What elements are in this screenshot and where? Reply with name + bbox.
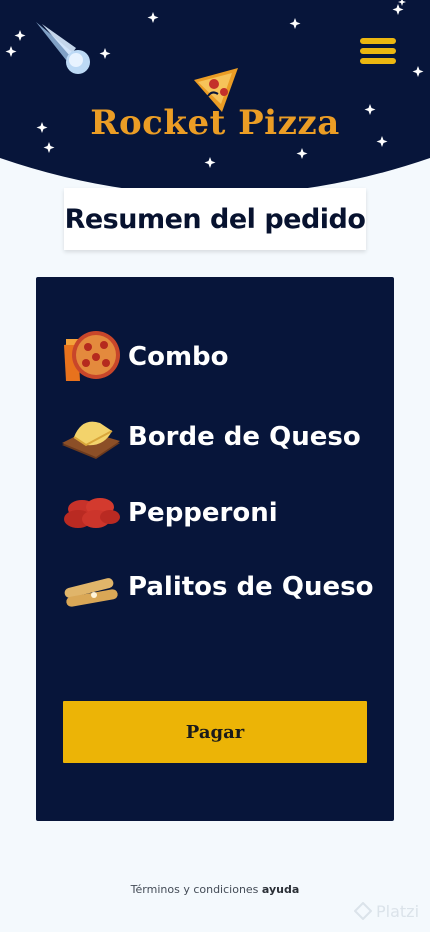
page-title-card: Resumen del pedido (64, 188, 366, 250)
cheese-sticks-icon (64, 578, 118, 607)
order-item-pepperoni: Pepperoni (60, 483, 380, 543)
header: Rocket Pizza (0, 0, 430, 200)
order-item-label: Combo (128, 342, 229, 372)
pay-button[interactable]: Pagar (63, 701, 367, 763)
terms-link[interactable]: Términos y condiciones (131, 883, 259, 896)
order-item-borde-de-queso: Borde de Queso (60, 407, 380, 467)
order-item-label: Borde de Queso (128, 422, 361, 452)
hamburger-menu-icon[interactable] (360, 38, 396, 68)
brand-logo: Rocket Pizza (90, 103, 340, 143)
order-item-label: Pepperoni (128, 498, 278, 528)
combo-pizza-icon (64, 331, 120, 381)
order-summary-panel: Combo Borde de Queso Pepperoni Palitos d… (36, 277, 394, 821)
order-item-palitos-de-queso: Palitos de Queso (60, 557, 380, 617)
order-item-label: Palitos de Queso (128, 572, 374, 602)
platzi-logo-icon (354, 902, 372, 920)
pepperoni-icon (64, 498, 120, 528)
cheese-board-icon (62, 421, 120, 459)
page-title: Resumen del pedido (64, 203, 366, 235)
platzi-watermark: Platzi (354, 899, 430, 923)
night-sky-banner (0, 0, 430, 195)
footer: Términos y condiciones ayuda (0, 883, 430, 896)
order-item-combo: Combo (60, 327, 380, 387)
watermark-label: Platzi (376, 901, 420, 921)
help-link[interactable]: ayuda (262, 883, 299, 896)
